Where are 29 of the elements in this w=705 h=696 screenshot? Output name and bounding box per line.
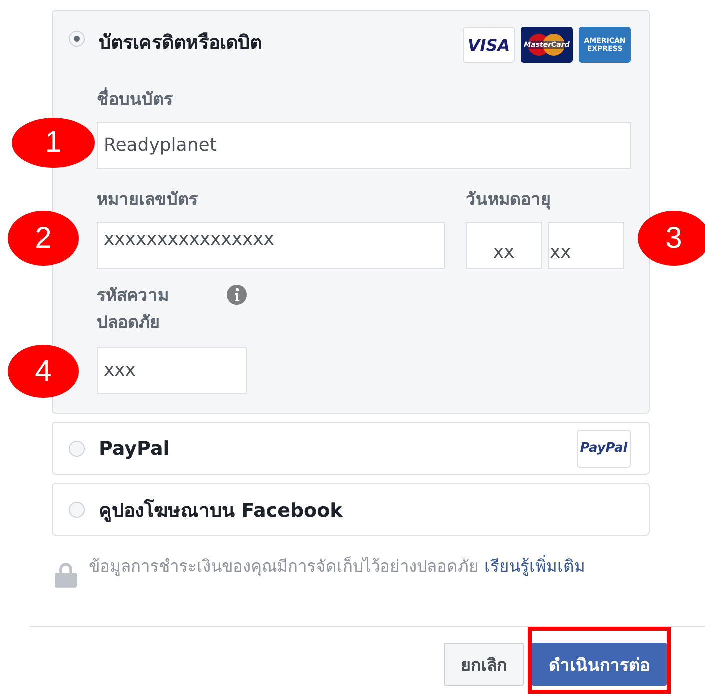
field-label: หมายเลขบัตร (97, 189, 199, 212)
security-note: ข้อมูลการชำระเงินของคุณมีการจัดเก็บไว้อย่างปลอดภัย เรียนรู้เพิ่มเติม (89, 554, 586, 578)
radio-button[interactable] (69, 440, 85, 456)
paypal-logo: PayPal (577, 430, 631, 468)
field-label: วันหมดอายุ (466, 189, 552, 212)
option-label: คูปองโฆษณาบน Facebook (99, 498, 343, 524)
input-field[interactable]: xxxxxxxxxxxxxxxx (97, 222, 445, 269)
field-label: รหัสความ ปลอดภัย (97, 285, 170, 336)
input-field[interactable]: xx (548, 222, 624, 269)
action-button[interactable]: ยกเลิก (444, 643, 524, 686)
card-logo: VISA (463, 27, 515, 63)
input-field[interactable]: Readyplanet (97, 122, 631, 169)
payment-option[interactable]: คูปองโฆษณาบน Facebook (52, 483, 650, 536)
number-marker: 3 (638, 211, 705, 266)
option-label: บัตรเครดิตหรือเดบิต (99, 31, 262, 56)
input-field[interactable]: xx (466, 222, 542, 269)
number-marker: 4 (8, 345, 79, 398)
option-label: PayPal (99, 438, 170, 460)
radio-button[interactable] (69, 31, 85, 47)
number-marker: 2 (8, 211, 79, 266)
lock-icon (55, 562, 77, 588)
payment-option[interactable]: PayPal PayPal (52, 422, 650, 475)
learn-more-link[interactable]: เรียนรู้เพิ่มเติม (484, 557, 586, 576)
field-label: ชื่อบนบัตร (97, 85, 631, 112)
input-field[interactable]: xxx (97, 347, 247, 394)
info-icon[interactable] (227, 285, 247, 305)
radio-button[interactable] (69, 502, 85, 518)
action-button[interactable]: ดำเนินการต่อ (532, 643, 667, 686)
number-marker: 1 (12, 118, 95, 168)
